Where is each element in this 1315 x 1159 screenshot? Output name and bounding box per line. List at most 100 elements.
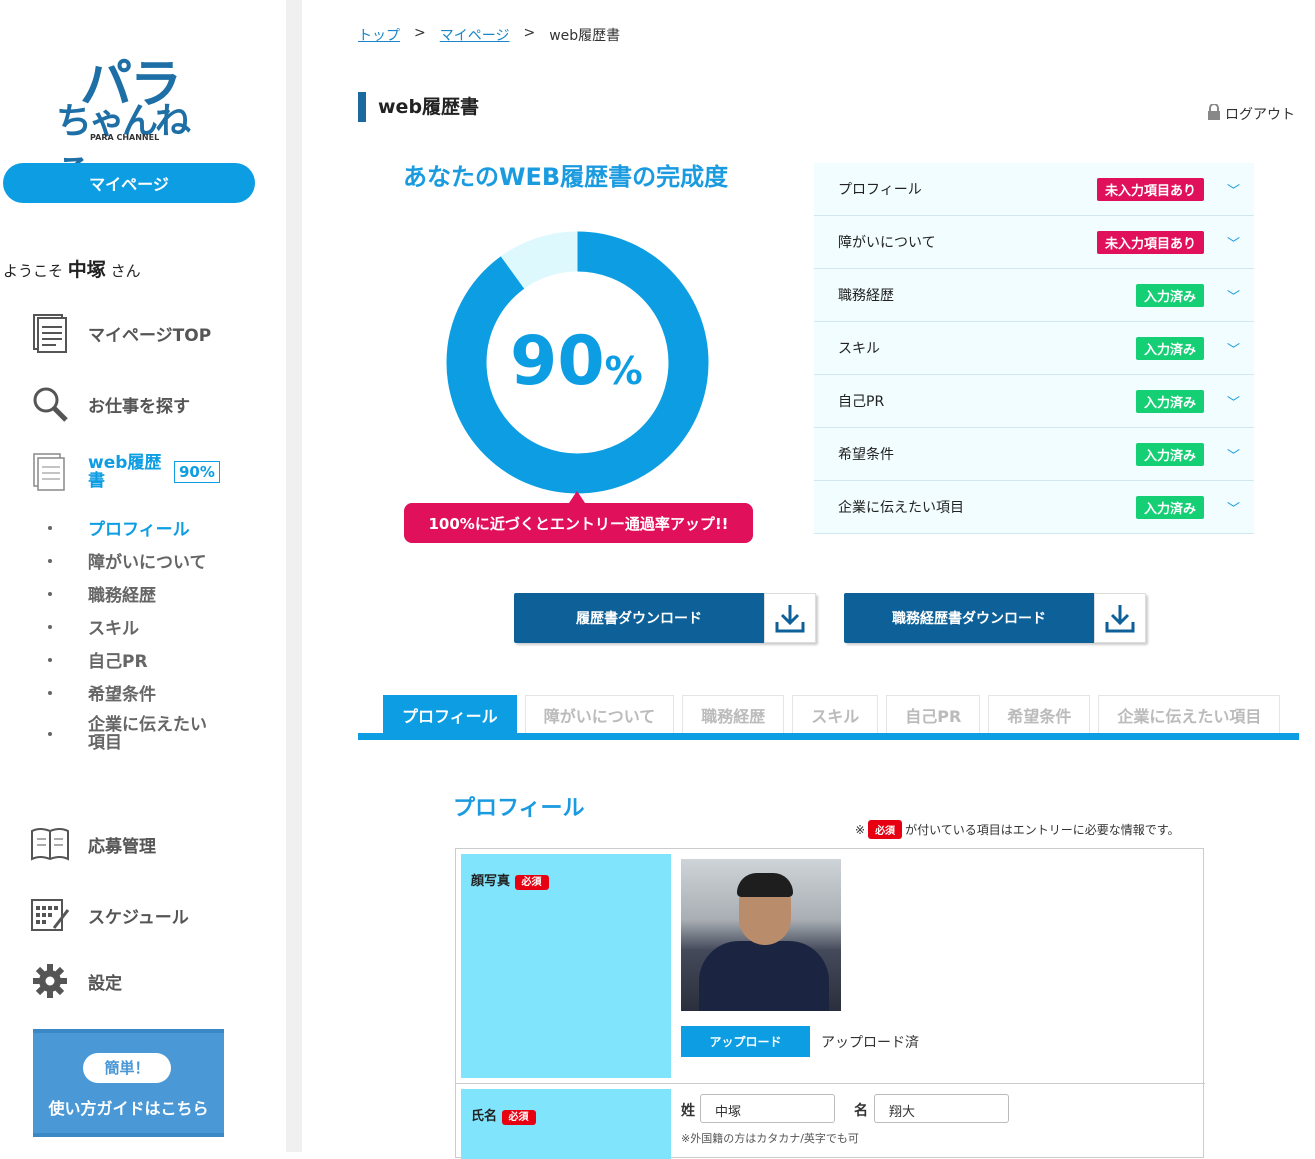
breadcrumb-separator: > [414, 25, 426, 41]
usage-guide-banner[interactable]: 簡単！ 使い方ガイドはこちら [33, 1029, 224, 1137]
nav-web-resume[interactable]: web履歴書 90% [30, 452, 220, 492]
status-row-label: 希望条件 [838, 447, 894, 463]
user-name: 中塚 [67, 259, 106, 281]
sub-item-profile[interactable]: プロフィール [48, 515, 190, 540]
status-row-label: 自己PR [838, 394, 885, 410]
nav-applications[interactable]: 応募管理 [30, 824, 156, 864]
sub-item-label: 職務経歴 [88, 586, 156, 606]
sub-item-label: 自己PR [88, 652, 148, 672]
required-badge: 必須 [868, 820, 903, 839]
nav-settings[interactable]: 設定 [30, 961, 122, 1001]
download-button-label: 職務経歴書ダウンロード [892, 611, 1046, 627]
breadcrumb-mypage[interactable]: マイページ [440, 25, 510, 45]
bullet [48, 591, 52, 596]
photo-label-cell: 顔写真 必須 [461, 854, 671, 1078]
nav-label: 応募管理 [88, 836, 156, 857]
section-title: プロフィール [453, 796, 585, 821]
download-button-label: 履歴書ダウンロード [576, 611, 702, 627]
tab-company-notes[interactable]: 企業に伝えたい項目 [1098, 695, 1281, 733]
career-history-download-button[interactable]: 職務経歴書ダウンロード [844, 593, 1146, 643]
download-icon [1094, 593, 1146, 643]
logout-label: ログアウト [1225, 107, 1295, 123]
mypage-button[interactable]: マイページ [3, 163, 255, 203]
tab-preferences[interactable]: 希望条件 [988, 695, 1091, 733]
nav-label: web履歴書 [88, 453, 162, 491]
last-name-input[interactable]: 中塚 [700, 1094, 835, 1123]
sub-item-self-pr[interactable]: 自己PR [48, 647, 148, 672]
note-text: が付いている項目はエントリーに必要な情報です。 [905, 823, 1180, 837]
welcome-prefix: ようこそ [3, 262, 64, 280]
sub-item-label: スキル [88, 619, 139, 639]
sub-item-label: 希望条件 [88, 685, 156, 705]
status-row-label: スキル [838, 341, 880, 357]
profile-photo [681, 859, 841, 1011]
calendar-icon [30, 895, 70, 935]
bullet [48, 525, 52, 530]
required-note: ※ 必須 が付いている項目はエントリーに必要な情報です。 [855, 820, 1180, 839]
tab-career[interactable]: 職務経歴 [682, 695, 785, 733]
completion-unit: % [604, 349, 643, 393]
chevron-down-icon: ﹀ [1226, 501, 1240, 517]
status-row-profile[interactable]: プロフィール 未入力項目あり ﹀ [814, 163, 1254, 216]
status-row-preferences[interactable]: 希望条件 入力済み ﹀ [814, 428, 1254, 481]
status-row-label: 職務経歴 [838, 288, 894, 304]
logo-text-en: PARA CHANNEL [90, 133, 160, 142]
tab-self-pr[interactable]: 自己PR [886, 695, 981, 733]
guide-easy-pill: 簡単！ [83, 1053, 171, 1083]
sub-item-preferences[interactable]: 希望条件 [48, 680, 156, 705]
sub-item-skills[interactable]: スキル [48, 614, 139, 639]
status-badge: 入力済み [1135, 283, 1204, 307]
sidebar-divider [286, 0, 302, 1152]
welcome-message: ようこそ 中塚 さん [3, 255, 141, 282]
status-badge: 入力済み [1135, 336, 1204, 360]
name-note: ※外国籍の方はカタカナ/英字でも可 [681, 1132, 859, 1145]
last-name-label: 姓 [681, 1103, 695, 1119]
chevron-down-icon: ﹀ [1226, 289, 1240, 305]
welcome-suffix: さん [110, 262, 141, 280]
status-row-self-pr[interactable]: 自己PR 入力済み ﹀ [814, 375, 1254, 428]
nav-mypage-top[interactable]: マイページTOP [30, 313, 211, 353]
breadcrumb-top[interactable]: トップ [358, 25, 400, 45]
tab-underline [358, 733, 1299, 740]
photo-hair [737, 873, 793, 897]
row-divider [456, 1083, 1205, 1084]
bullet [48, 690, 52, 695]
tab-profile[interactable]: プロフィール [383, 695, 517, 733]
bullet [48, 558, 52, 563]
nav-label: 設定 [88, 973, 122, 994]
completion-value: 90 [510, 322, 605, 401]
logout-link[interactable]: ログアウト [1207, 103, 1295, 124]
name-label-cell: 氏名 必須 [461, 1089, 671, 1159]
first-name-input[interactable]: 翔大 [874, 1094, 1009, 1123]
completion-percentage: 90% [510, 322, 643, 401]
site-logo[interactable]: パラ ちゃんねる PARA CHANNEL [50, 42, 210, 194]
nav-job-search[interactable]: お仕事を探す [30, 384, 190, 424]
chevron-down-icon: ﹀ [1226, 342, 1240, 358]
book-icon [30, 824, 70, 864]
status-badge: 未入力項目あり [1096, 177, 1204, 201]
resume-download-button[interactable]: 履歴書ダウンロード [514, 593, 816, 643]
status-badge: 入力済み [1135, 495, 1204, 519]
sub-item-disability[interactable]: 障がいについて [48, 548, 207, 573]
tab-skills[interactable]: スキル [792, 695, 879, 733]
status-row-skills[interactable]: スキル 入力済み ﹀ [814, 322, 1254, 375]
status-row-label: プロフィール [838, 182, 922, 198]
nav-schedule[interactable]: スケジュール [30, 895, 189, 935]
tab-disability[interactable]: 障がいについて [524, 695, 675, 733]
chevron-down-icon: ﹀ [1226, 448, 1240, 464]
sub-item-company-notes[interactable]: 企業に伝えたい項目 [48, 716, 218, 752]
sub-item-career[interactable]: 職務経歴 [48, 581, 156, 606]
profile-form: 顔写真 必須 アップロード アップロード済 氏名 必須 姓 中塚 名 翔大 ※外… [455, 848, 1205, 1159]
upload-button[interactable]: アップロード [681, 1026, 810, 1057]
nav-label: マイページTOP [88, 325, 212, 346]
status-row-company-notes[interactable]: 企業に伝えたい項目 入力済み ﹀ [814, 481, 1254, 534]
breadcrumb-separator: > [523, 25, 536, 41]
status-row-disability[interactable]: 障がいについて 未入力項目あり ﹀ [814, 216, 1254, 269]
completion-title: あなたのWEB履歴書の完成度 [403, 163, 729, 191]
status-row-career[interactable]: 職務経歴 入力済み ﹀ [814, 269, 1254, 322]
breadcrumb-current: web履歴書 [549, 28, 621, 44]
status-row-label: 障がいについて [838, 235, 936, 251]
chevron-down-icon: ﹀ [1226, 183, 1240, 199]
sub-item-label: 障がいについて [88, 553, 207, 573]
name-label: 氏名 [471, 1109, 498, 1124]
